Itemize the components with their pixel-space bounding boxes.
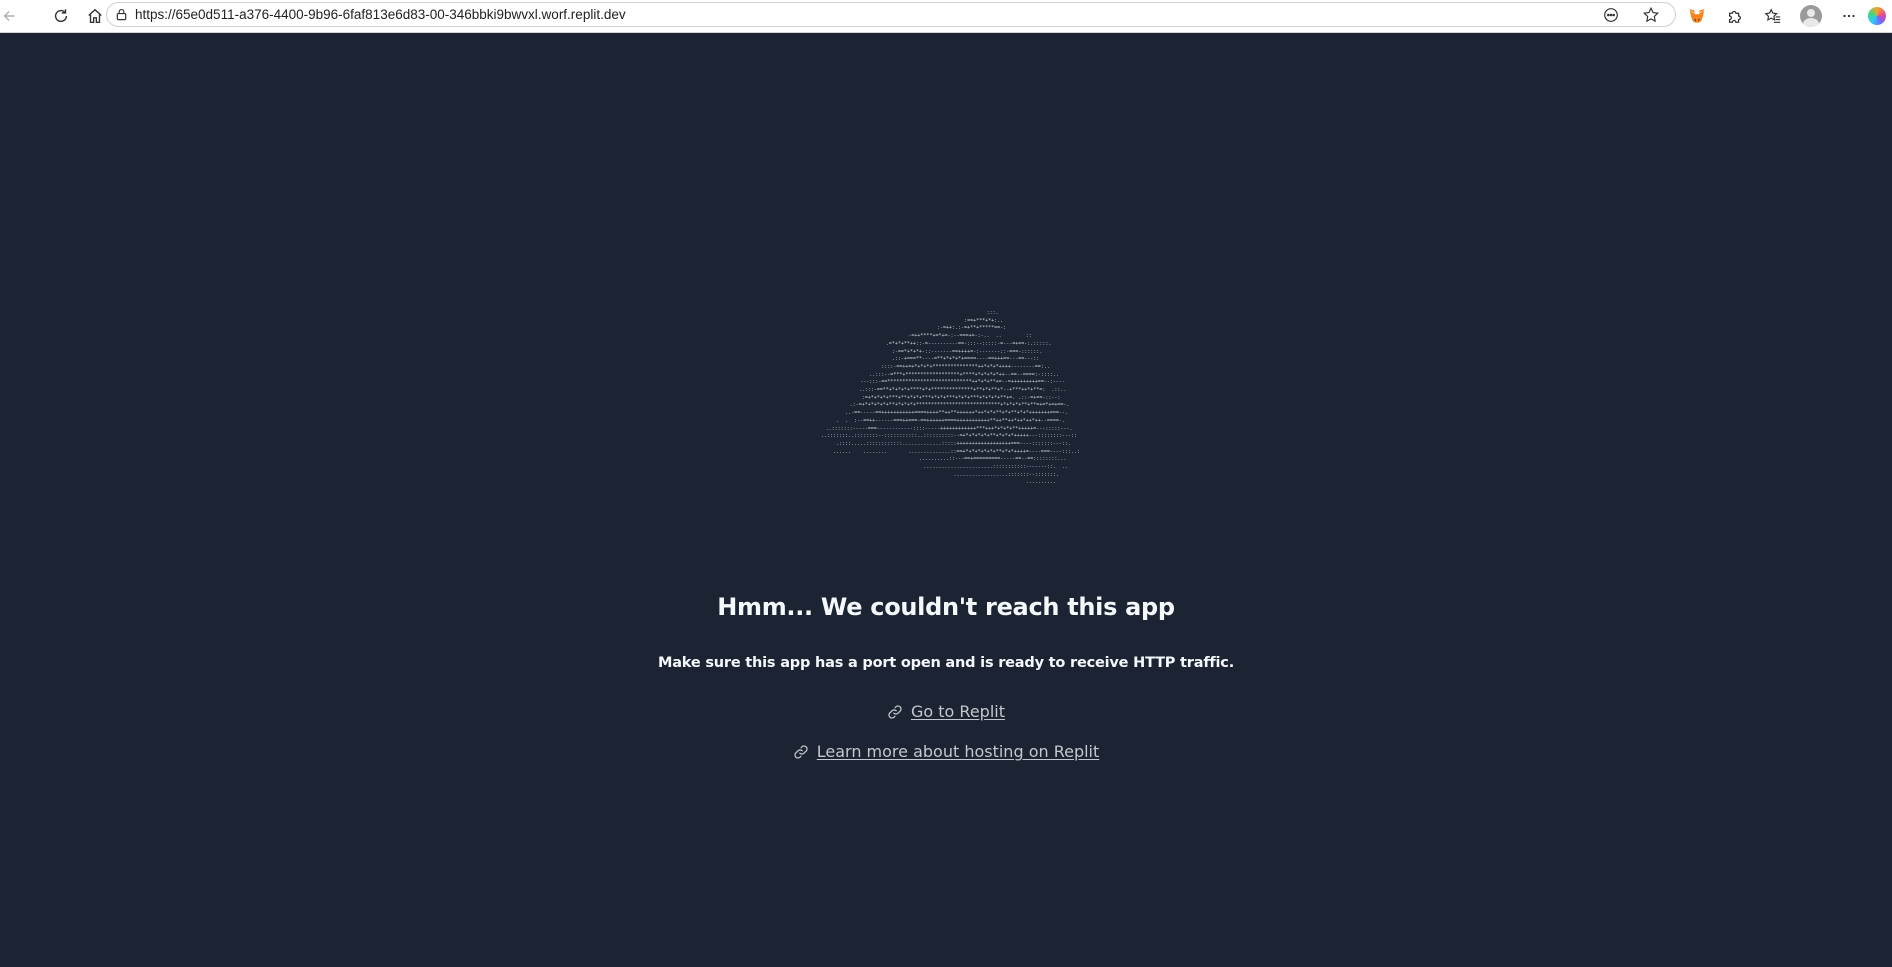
learn-more-hosting-link[interactable]: Learn more about hosting on Replit xyxy=(817,742,1100,761)
go-to-replit-link[interactable]: Go to Replit xyxy=(911,702,1005,721)
profile-button[interactable] xyxy=(1792,2,1830,30)
refresh-icon xyxy=(54,9,68,23)
fox-icon xyxy=(1688,8,1706,23)
go-to-replit-link-row[interactable]: Go to Replit xyxy=(0,702,1892,721)
home-icon xyxy=(88,8,102,23)
address-bar[interactable]: https://65e0d511-a376-4400-9b96-6faf813e… xyxy=(106,2,1676,27)
puzzle-icon xyxy=(1728,10,1742,23)
page-title: Hmm... We couldn't reach this app xyxy=(717,593,1175,621)
star-icon xyxy=(1642,6,1660,22)
favorites-list-icon xyxy=(1764,8,1781,23)
arrow-left-icon xyxy=(3,10,15,22)
link-icon xyxy=(887,704,903,720)
copilot-button[interactable] xyxy=(1868,2,1892,30)
back-button[interactable] xyxy=(0,2,20,30)
hosting-info-link-row[interactable]: Learn more about hosting on Replit xyxy=(0,742,1892,761)
ascii-art-illustration: :::. :==+***+*+:.. :-=++:.:-=+**+*****==… xyxy=(821,310,1080,486)
reader-mode-button[interactable] xyxy=(1591,3,1631,26)
metamask-extension-button[interactable] xyxy=(1678,2,1716,30)
extensions-button[interactable] xyxy=(1716,2,1754,30)
more-horizontal-icon xyxy=(1843,14,1855,18)
favorites-button[interactable] xyxy=(1754,2,1792,30)
browser-toolbar: https://65e0d511-a376-4400-9b96-6faf813e… xyxy=(0,0,1892,33)
copilot-icon xyxy=(1868,7,1886,25)
avatar xyxy=(1800,5,1822,27)
more-circle-icon xyxy=(1604,7,1618,22)
favorite-button[interactable] xyxy=(1631,3,1671,26)
link-icon xyxy=(793,744,809,760)
lock-icon[interactable] xyxy=(107,8,135,21)
settings-menu-button[interactable] xyxy=(1830,2,1868,30)
page-subtitle: Make sure this app has a port open and i… xyxy=(657,655,1235,671)
url-text[interactable]: https://65e0d511-a376-4400-9b96-6faf813e… xyxy=(135,7,626,22)
refresh-button[interactable] xyxy=(44,2,78,30)
